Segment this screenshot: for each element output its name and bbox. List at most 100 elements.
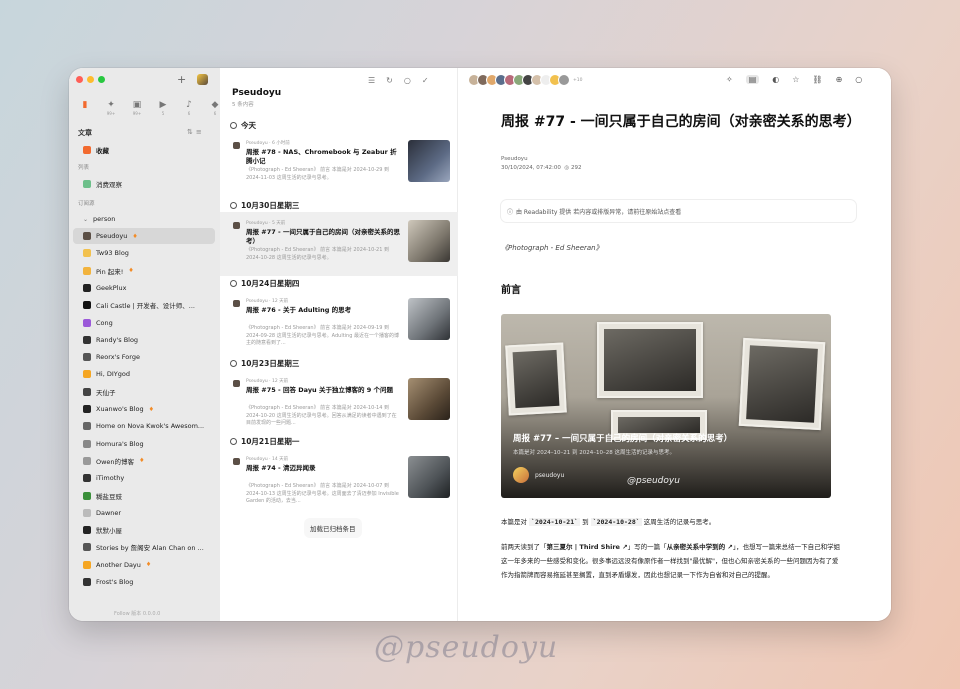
entry-title: 周报 #77 - 一间只属于自己的房间（对亲密关系的思考） <box>246 228 400 245</box>
theme-icon[interactable]: ◐ <box>772 75 779 84</box>
tab-videos[interactable]: ▶ 5 <box>153 100 173 116</box>
list-item[interactable]: Pseudoyu · 14 天前 周报 #74 - 清迈异闻录 《Photograp… <box>220 448 458 512</box>
sidebar-item-feed[interactable]: 糊盐豆豉 <box>73 488 215 504</box>
section-heading: 前言 <box>501 285 521 296</box>
feed-favicon <box>83 422 91 431</box>
add-icon[interactable]: + <box>177 73 186 86</box>
subscriptions-label: 订阅源 <box>78 201 95 207</box>
tab-articles[interactable]: ▮ <box>75 100 95 116</box>
feed-name: Stories by 詹阁安 Alan Chan on ... <box>96 544 204 553</box>
feed-name: Owen的博客 <box>96 457 135 466</box>
tab-social[interactable]: ✦ 99+ <box>101 100 121 116</box>
sidebar-item-feed[interactable]: Hi, DIYgod <box>73 366 215 382</box>
hero-title: 周报 #77 – 一间只属于自己的房间（对亲密关系的思考） <box>513 434 733 444</box>
list-item[interactable]: Pseudoyu · 12 天前 周报 #76 - 关于 Adulting 的思考… <box>220 290 458 354</box>
feed-favicon <box>83 266 91 275</box>
link-third-shire[interactable]: 第三夏尔 | Third Shire ↗ <box>547 543 628 551</box>
sidebar-item-feed[interactable]: Owen的博客 ♦ <box>73 453 215 469</box>
list-item[interactable]: Pseudoyu · 12 天前 周报 #75 - 回答 Dayu 关于独立博客的… <box>220 370 458 434</box>
collapse-icon[interactable]: ≡ <box>196 128 205 136</box>
sidebar-item-feed[interactable]: Cong <box>73 315 215 331</box>
sidebar-item-feed[interactable]: Reorx's Forge <box>73 349 215 365</box>
video-icon: ▶ <box>159 100 167 110</box>
mark-read-icon[interactable] <box>230 438 237 445</box>
entry-list: ☰ ↻ ○ ✓ Pseudoyu 5 条内容 今天 Pseudoyu · 6 小时… <box>220 68 458 621</box>
twitter-icon: ✦ <box>107 100 115 110</box>
feed-favicon <box>83 370 91 379</box>
feed-name: 默默小屋 <box>96 527 122 536</box>
avatar <box>233 300 240 307</box>
sidebar-item-feed[interactable]: Frost's Blog <box>73 574 215 590</box>
tab-pictures[interactable]: ▣ 99+ <box>127 100 147 116</box>
feed-name: iTimothy <box>96 474 125 483</box>
sidebar-item-feed[interactable]: Homura's Blog <box>73 436 215 452</box>
minimize-window-button[interactable] <box>87 76 94 83</box>
flame-icon: ♦ <box>139 457 145 465</box>
sidebar-item-feed[interactable]: Randy's Blog <box>73 332 215 348</box>
hero-image: 周报 #77 – 一间只属于自己的房间（对亲密关系的思考） 本篇是对 2024–… <box>501 314 831 498</box>
sidebar-item-feed[interactable]: GeekPlux <box>73 280 215 296</box>
magic-icon[interactable]: ✧ <box>726 75 733 84</box>
sidebar-item-feed[interactable]: Pseudoyu ♦ <box>73 228 215 244</box>
user-avatar[interactable] <box>197 74 208 85</box>
category-tabs: ▮ ✦ 99+ ▣ 99+ ▶ 5 ♪ 6 ◆ 6 <box>75 100 225 116</box>
sidebar-folder-person[interactable]: ⌄ person <box>73 211 215 227</box>
feed-favicon <box>83 232 91 240</box>
sidebar-item-feed[interactable]: Home on Nova Kwok's Awesom... <box>73 418 215 434</box>
feed-name: 天仙子 <box>96 388 116 397</box>
sidebar-item-feed[interactable]: Xuanwo's Blog ♦ <box>73 401 215 417</box>
entry-thumbnail <box>408 220 450 262</box>
feed-name: Cali Castle | 开发者、设计师、... <box>96 302 195 311</box>
sidebar-item-feed[interactable]: Pin 起来! ♦ <box>73 263 215 279</box>
mark-read-icon[interactable] <box>230 122 237 129</box>
list-item[interactable]: Pseudoyu · 6 小时前 周报 #78 - NAS、Chromebook … <box>220 132 458 196</box>
feed-title: Pseudoyu <box>232 88 282 98</box>
feed-name: Tw93 Blog <box>96 249 129 258</box>
sidebar-item-feed[interactable]: Another Dayu ♦ <box>73 557 215 573</box>
feed-favicon <box>83 301 91 310</box>
close-window-button[interactable] <box>76 76 83 83</box>
more-icon[interactable]: ○ <box>855 75 862 84</box>
tab-audio[interactable]: ♪ 6 <box>179 100 199 116</box>
readability-icon[interactable]: ▤ <box>745 75 760 84</box>
readability-notice: ⓘ 由 Readability 提供 若内容或排版异常，请前往原始站点查看 <box>501 200 856 222</box>
article-author[interactable]: Pseudoyu <box>501 156 528 162</box>
zoom-window-button[interactable] <box>98 76 105 83</box>
star-icon[interactable]: ☆ <box>792 75 799 84</box>
sidebar-item-favorites[interactable]: 收藏 <box>73 142 215 158</box>
mark-read-icon[interactable] <box>230 280 237 287</box>
mark-read-icon[interactable] <box>230 202 237 209</box>
sidebar-item-feed[interactable]: Cali Castle | 开发者、设计师、... <box>73 297 215 313</box>
feed-favicon <box>83 578 91 586</box>
entry-meta: Pseudoyu · 14 天前 <box>246 457 289 462</box>
sidebar-item-feed[interactable]: Tw93 Blog <box>73 245 215 261</box>
mark-read-icon[interactable] <box>230 360 237 367</box>
entry-title: 周报 #78 - NAS、Chromebook 与 Zeabur 折腾小记 <box>246 148 397 165</box>
hero-author: pseudoyu <box>535 472 565 479</box>
feed-favicon <box>83 526 91 535</box>
list-item[interactable]: Pseudoyu · 5 天前 周报 #77 - 一间只属于自己的房间（对亲密关系… <box>220 212 458 276</box>
flame-icon: ♦ <box>145 561 152 569</box>
link-article[interactable]: 从亲密关系中学到的 ↗ <box>667 543 733 551</box>
sidebar-item-feed[interactable]: 默默小屋 <box>73 522 215 538</box>
sort-icon[interactable]: ⇅ <box>187 128 196 136</box>
reader-avatars[interactable]: +10 <box>468 74 584 86</box>
refresh-icon[interactable]: ↻ <box>386 76 393 85</box>
filter-icon[interactable]: ☰ <box>368 76 375 85</box>
feed-name: Dawner <box>96 508 122 517</box>
load-archived-button[interactable]: 加载已归档条目 <box>304 518 362 538</box>
feed-favicon <box>83 474 91 483</box>
avatar <box>513 467 529 483</box>
feed-favicon <box>83 508 91 517</box>
mark-read-icon[interactable]: ✓ <box>422 76 429 85</box>
sidebar-item-feed[interactable]: Dawner <box>73 505 215 521</box>
article-title: 周报 #77 - 一间只属于自己的房间（对亲密关系的思考） <box>501 114 861 130</box>
sidebar-item-list[interactable]: 消费观察 <box>73 176 215 192</box>
sidebar-item-feed[interactable]: iTimothy <box>73 470 215 486</box>
flame-icon: ♦ <box>148 405 154 413</box>
circle-icon[interactable]: ○ <box>404 76 411 85</box>
sidebar-item-feed[interactable]: 天仙子 <box>73 384 215 400</box>
link-icon[interactable]: ⛓ <box>812 75 822 84</box>
sidebar-item-feed[interactable]: Stories by 詹阁安 Alan Chan on ... <box>73 539 215 555</box>
share-icon[interactable]: ⊕ <box>836 75 843 84</box>
